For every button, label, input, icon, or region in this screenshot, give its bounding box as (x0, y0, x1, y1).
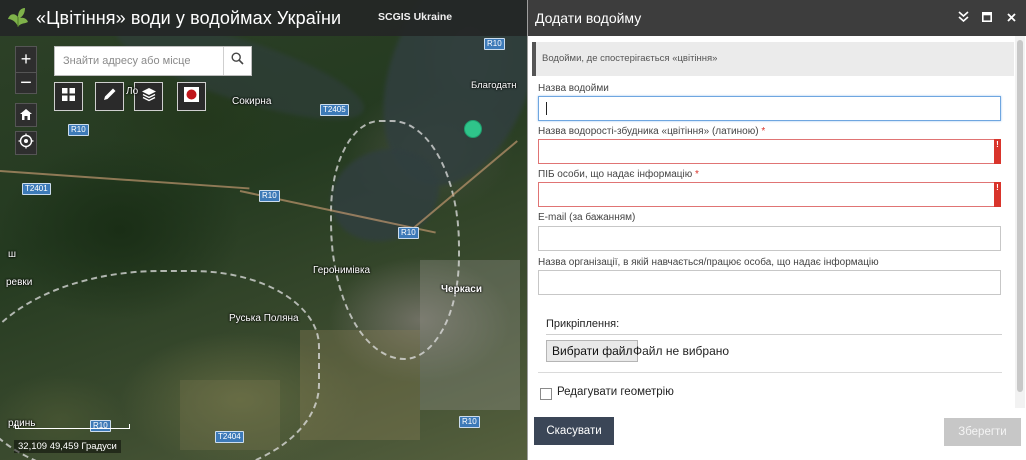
maximize-icon (982, 11, 992, 25)
person-name-label-text: ПІБ особи, що надає інформацію (538, 169, 693, 180)
home-button[interactable] (15, 103, 37, 127)
invalid-field-flag: ! (994, 139, 1001, 164)
person-name-label: ПІБ особи, що надає інформацію * (538, 169, 699, 180)
algae-name-input[interactable] (538, 139, 1001, 164)
attachments-label: Прикріплення: (546, 318, 620, 330)
choose-file-button[interactable]: Вибрати файл (546, 340, 639, 362)
panel-form: Водойми, де спостерігається «цвітіння» Н… (528, 36, 1021, 406)
locate-icon (18, 133, 34, 154)
layers-button[interactable] (134, 82, 163, 111)
edit-geometry-checkbox[interactable] (540, 388, 552, 400)
map-label-heronymivka: Геронимівка (313, 265, 371, 276)
road-shield: T2401 (22, 183, 51, 195)
form-description: Водойми, де спостерігається «цвітіння» (532, 42, 1014, 76)
search-input[interactable] (55, 47, 223, 75)
road-shield: R10 (459, 416, 480, 428)
map-label-cherkasy: Черкаси (441, 284, 482, 295)
collapse-panel-button[interactable] (951, 0, 975, 36)
road-shield: T2404 (215, 431, 244, 443)
map-view[interactable]: «Цвітіння» води у водоймах України SCGIS… (0, 0, 527, 460)
person-name-input[interactable] (538, 182, 1001, 207)
organization-input[interactable] (538, 270, 1001, 295)
file-status-text: Файл не вибрано (633, 344, 730, 358)
algae-name-label-text: Назва водорості-збудника «цвітіння» (лат… (538, 126, 759, 137)
map-label-sh: ш (8, 249, 17, 260)
waterbody-name-label: Назва водойми (538, 83, 609, 94)
map-label-blahodat: Благодатн (471, 80, 517, 91)
maximize-panel-button[interactable] (975, 0, 999, 36)
panel-title: Додати водойму (535, 10, 642, 26)
road-shield: R10 (259, 190, 280, 202)
pencil-icon (102, 87, 117, 107)
app-subtitle: SCGIS Ukraine (378, 11, 453, 23)
home-icon (19, 105, 33, 126)
required-mark: * (761, 126, 766, 137)
panel-scrollbar-thumb[interactable] (1017, 40, 1023, 392)
section-divider (538, 372, 1002, 373)
record-button[interactable] (177, 82, 206, 111)
attachments-divider (546, 334, 1002, 335)
coordinates-readout: 32,109 49,459 Градуси (14, 440, 121, 453)
road-shield: T2405 (320, 104, 349, 116)
text-caret (546, 102, 547, 115)
map-label-sokyrna: Сокирна (232, 96, 272, 107)
app-header: «Цвітіння» води у водоймах України SCGIS… (0, 0, 527, 36)
invalid-field-flag: ! (994, 182, 1001, 207)
road-shield: R10 (68, 124, 89, 136)
layers-icon (141, 87, 157, 107)
chevron-double-down-icon (957, 11, 969, 25)
algae-name-label: Назва водорості-збудника «цвітіння» (лат… (538, 126, 765, 137)
email-input[interactable] (538, 226, 1001, 251)
road-shield: R10 (484, 38, 505, 50)
road-shield: R10 (398, 227, 419, 239)
save-button[interactable]: Зберегти (944, 418, 1021, 446)
basemap-grid-icon (61, 87, 76, 107)
draw-button[interactable] (95, 82, 124, 111)
email-label: E-mail (за бажанням) (538, 212, 636, 223)
search-box (54, 46, 252, 76)
map-label-lo: Ло (126, 86, 139, 97)
map-label-ruska-poliana: Руська Поляна (229, 313, 299, 324)
panel-header: Додати водойму (528, 0, 1026, 36)
app-title: «Цвітіння» води у водоймах України (36, 7, 342, 28)
basemap-gallery-button[interactable] (54, 82, 83, 111)
leaf-logo-icon (0, 0, 36, 36)
locate-button[interactable] (15, 131, 37, 155)
required-mark: * (695, 169, 699, 180)
cancel-button[interactable]: Скасувати (534, 417, 614, 445)
edit-geometry-label[interactable]: Редагувати геометрію (557, 386, 674, 398)
close-icon (1006, 11, 1016, 25)
record-icon (183, 86, 200, 108)
search-button[interactable] (223, 47, 251, 75)
observation-point-marker[interactable] (464, 120, 482, 138)
add-waterbody-panel: Додати водойму Водойми, де спостерігаєть… (527, 0, 1026, 460)
scale-bar (15, 424, 130, 429)
close-panel-button[interactable] (999, 0, 1023, 36)
search-icon (231, 52, 244, 70)
waterbody-name-input[interactable] (538, 96, 1001, 121)
organization-label: Назва організації, в якій навчається/пра… (538, 257, 879, 268)
map-label-revky: ревки (6, 277, 33, 288)
zoom-out-button[interactable]: − (15, 72, 37, 94)
district-boundary (0, 270, 320, 460)
zoom-in-button[interactable]: + (15, 46, 37, 72)
